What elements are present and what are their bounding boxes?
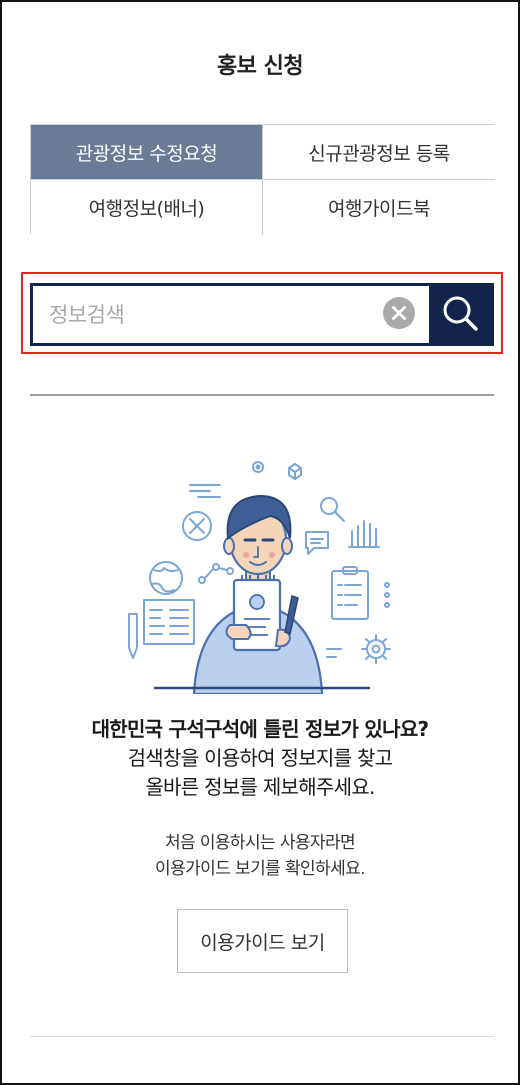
bottom-divider — [30, 1036, 494, 1037]
section-divider — [30, 394, 494, 396]
headline-question: 대한민국 구석구석에 틀린 정보가 있나요? — [91, 717, 430, 741]
search-bar — [30, 283, 494, 346]
headline-line-2: 검색창을 이용하여 정보지를 찾고 — [127, 746, 393, 770]
guide-subtext: 처음 이용하시는 사용자라면 이용가이드 보기를 확인하세요. — [2, 830, 518, 882]
headline-line-3: 올바른 정보를 제보해주세요. — [145, 775, 375, 799]
magnifier-icon — [441, 294, 479, 336]
category-tabs: 관광정보 수정요청 신규관광정보 등록 여행정보(배너) 여행가이드북 — [30, 124, 495, 235]
tab-tourism-info-edit[interactable]: 관광정보 수정요청 — [31, 125, 263, 180]
view-guide-button[interactable]: 이용가이드 보기 — [177, 909, 348, 973]
subtext-line-1: 처음 이용하시는 사용자라면 — [164, 833, 356, 853]
tab-new-tourism-info[interactable]: 신규관광정보 등록 — [263, 125, 495, 180]
clear-circle-x-icon — [382, 296, 416, 334]
subtext-line-2: 이용가이드 보기를 확인하세요. — [155, 859, 366, 879]
tab-travel-guidebook[interactable]: 여행가이드북 — [263, 180, 495, 235]
tab-travel-banner[interactable]: 여행정보(배너) — [31, 180, 263, 235]
guide-headline: 대한민국 구석구석에 틀린 정보가 있나요? 검색창을 이용하여 정보지를 찾고… — [2, 715, 518, 802]
search-button[interactable] — [429, 286, 491, 343]
search-input[interactable] — [33, 286, 369, 343]
person-reading-notepad-icon — [128, 461, 391, 696]
reader-illustration — [112, 454, 412, 696]
page-title: 홍보 신청 — [216, 54, 304, 79]
clear-button[interactable] — [369, 286, 429, 343]
app-frame: 홍보 신청 관광정보 수정요청 신규관광정보 등록 여행정보(배너) 여행가이드… — [0, 0, 520, 1085]
